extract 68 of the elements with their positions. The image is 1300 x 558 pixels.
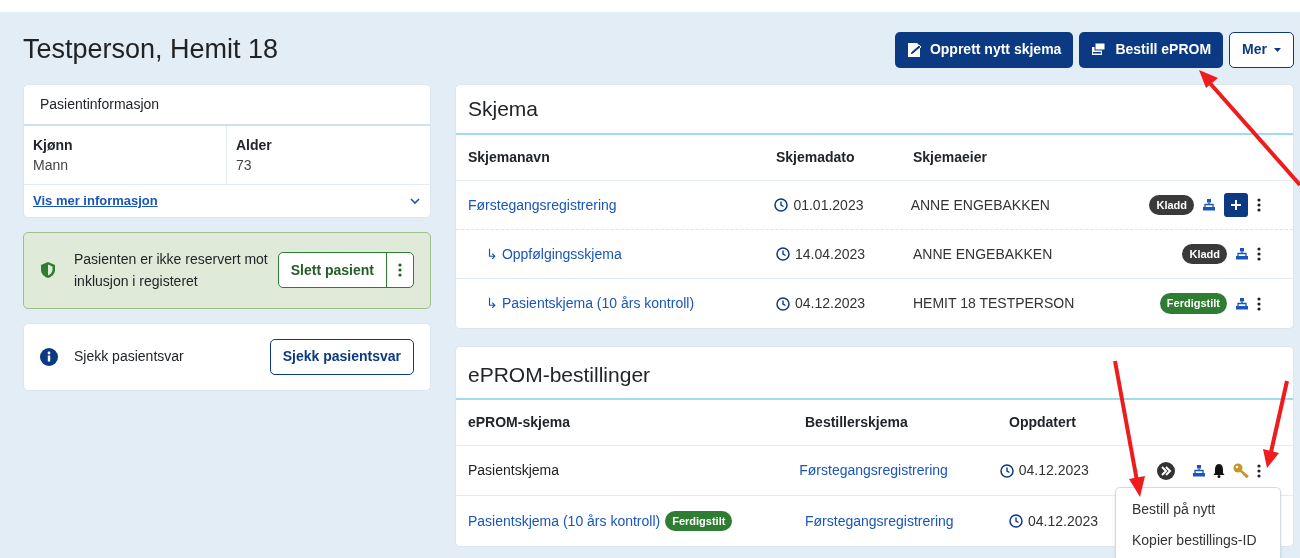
column-header: ePROM-skjema [468,413,571,432]
card-title: Pasientinformasjon [24,85,430,126]
kebab-icon[interactable] [1257,247,1261,261]
menu-item[interactable]: Bestill på nytt [1116,494,1280,525]
key-icon[interactable] [1233,462,1249,479]
field-label: Alder [236,136,273,155]
add-button[interactable] [1224,193,1248,217]
double-chevron-icon[interactable] [1157,461,1175,480]
column-header: Bestillerskjema [805,413,909,432]
kebab-icon[interactable] [1257,296,1261,311]
form-link[interactable]: Pasientskjema (10 års kontroll) [468,510,661,532]
date-text: 01.01.2023 [793,195,864,215]
owner-text: HEMIT 18 TESTPERSON [913,294,1076,313]
clock-icon [774,198,789,212]
hierarchy-icon[interactable] [1203,199,1215,211]
kebab-icon [398,263,402,277]
shield-icon [40,261,56,279]
show-more-link[interactable]: Vis mer informasjon [33,191,158,211]
menu-item[interactable]: Kopier bestillings-ID [1116,525,1280,556]
delete-patient-button[interactable]: Slett pasient [278,253,387,287]
column-header: Skjemanavn [468,148,551,167]
status-badge: Kladd [1182,243,1227,265]
clock-icon [776,247,790,261]
card-title: ePROM-bestillinger [456,347,1293,400]
clock-icon [776,296,790,311]
chevron-icon[interactable] [409,196,421,205]
date-text: 04.12.2023 [1018,461,1089,480]
reservation-text: Pasienten er ikke reservert mot inklusjon i registeret [74,250,269,291]
clock-icon [1009,514,1023,528]
more-dropdown-button[interactable]: Mer [1229,31,1294,68]
date-text: 14.04.2023 [795,244,866,264]
hierarchy-icon[interactable] [1236,297,1248,310]
header-button[interactable]: Bestill ePROM [1079,31,1224,68]
caret-icon [1274,47,1281,52]
form-link[interactable]: ↳ Oppfølgingsskjema [486,245,622,262]
form-edit-icon [906,41,922,58]
field-label: Kjønn [33,136,74,155]
column-header: Oppdatert [1009,413,1077,432]
kebab-icon[interactable] [1257,198,1261,212]
field-value: Mann [33,156,70,175]
hierarchy-icon[interactable] [1236,248,1248,260]
form-link[interactable]: Førstegangsregistrering [805,512,954,529]
check-answers-text: Sjekk pasientsvar [74,347,184,366]
kebab-icon[interactable] [1257,463,1261,478]
date-text: 04.12.2023 [1028,511,1099,531]
documents-icon [1091,42,1108,57]
form-link[interactable]: Førstegangsregistrering [468,196,617,213]
clock-icon [999,463,1014,478]
column-header: Skjemadato [776,148,856,167]
status-badge: Ferdigstilt [1159,293,1227,314]
status-badge: Ferdigstilt [665,510,733,532]
hierarchy-icon[interactable] [1193,464,1205,477]
form-link[interactable]: Førstegangsregistrering [799,462,948,478]
form-link[interactable]: ↳ Pasientskjema (10 års kontroll) [486,295,695,311]
status-badge: Kladd [1149,194,1194,216]
info-icon [40,347,58,366]
owner-text: ANNE ENGEBAKKEN [910,195,1051,215]
bell-icon[interactable] [1213,463,1225,478]
form-name: Pasientskjema [468,461,560,480]
card-title: Skjema [456,85,1293,135]
date-text: 04.12.2023 [795,294,866,313]
header-button[interactable]: Opprett nytt skjema [894,31,1074,68]
check-answers-button[interactable]: Sjekk pasientsvar [269,338,414,375]
page-title: Testperson, Hemit 18 [23,33,279,67]
field-value: 73 [236,156,253,175]
column-header: Skjemaeier [913,148,988,167]
plus-icon [1231,200,1241,210]
owner-text: ANNE ENGEBAKKEN [913,244,1054,264]
